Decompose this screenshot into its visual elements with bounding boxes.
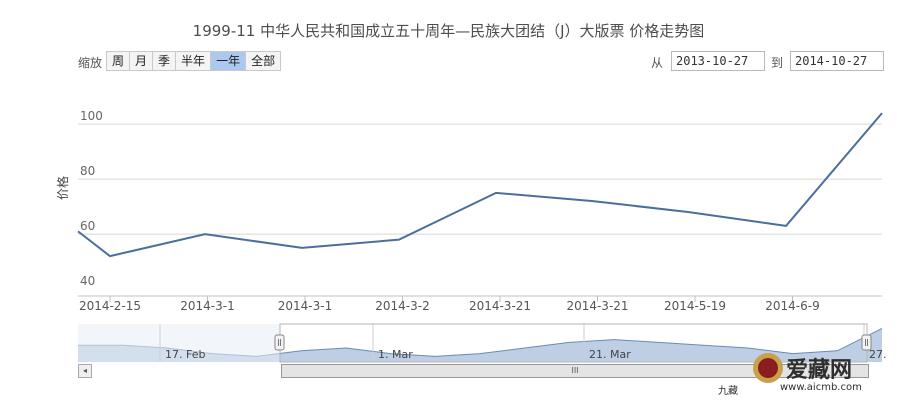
price-line (77, 112, 883, 258)
y-axis-ticks: 40 60 80 100 (80, 109, 103, 288)
x-tick-label: 2014-3-1 (278, 299, 332, 313)
x-tick-label: 2014-3-21 (566, 299, 628, 313)
watermark-logo: 九藏 爱藏网 www.aicmb.com (718, 338, 890, 398)
scrollbar-left-arrow[interactable]: ◂ (78, 364, 92, 378)
y-tick-label: 60 (80, 219, 95, 233)
navigator-handle-left[interactable] (274, 334, 285, 351)
price-series (77, 112, 883, 258)
navigator-label: 17. Feb (165, 348, 205, 361)
y-tick-label: 40 (80, 274, 95, 288)
x-tick-label: 2014-6-9 (765, 299, 819, 313)
grid-lines (78, 123, 882, 235)
navigator-label: 1. Mar (378, 348, 413, 361)
y-tick-label: 80 (80, 164, 95, 178)
watermark-domain: www.aicmb.com (780, 382, 862, 393)
seal-inner-icon (758, 358, 778, 378)
x-axis-ticks: 2014-2-15 2014-3-1 2014-3-1 2014-3-2 2014-3-… (79, 296, 820, 313)
x-tick-label: 2014-3-1 (180, 299, 234, 313)
watermark-brand: 爱藏网 (786, 358, 853, 383)
x-tick-label: 2014-3-2 (375, 299, 429, 313)
watermark-sub: 九藏 (718, 386, 738, 397)
y-axis-label: 价格 (55, 176, 70, 200)
x-tick-label: 2014-2-15 (79, 299, 141, 313)
x-tick-label: 2014-5-19 (664, 299, 726, 313)
x-tick-label: 2014-3-21 (469, 299, 531, 313)
y-tick-label: 100 (80, 109, 103, 123)
navigator-label: 21. Mar (589, 348, 631, 361)
